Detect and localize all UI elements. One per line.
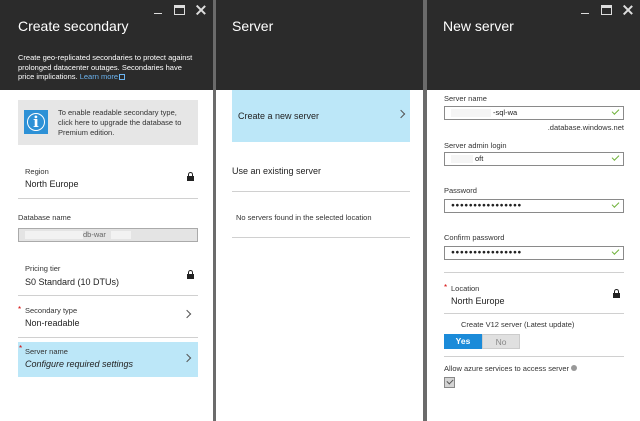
create-new-server-option[interactable]: Create a new server	[232, 90, 410, 142]
use-existing-server-option[interactable]: Use an existing server	[232, 142, 410, 192]
server-name-input[interactable]: -sql-wa	[444, 106, 624, 120]
blade-header: New server	[427, 0, 640, 90]
v12-server-toggle[interactable]: Yes No	[444, 334, 520, 349]
v12-server-label: Create V12 server (Latest update)	[461, 320, 575, 329]
secondary-type-field[interactable]: * Secondary type Non-readable	[18, 296, 198, 338]
toggle-yes[interactable]: Yes	[444, 334, 482, 349]
use-existing-server-label: Use an existing server	[232, 166, 322, 176]
lock-icon	[613, 289, 620, 298]
required-marker: *	[444, 283, 448, 292]
valid-check-icon	[611, 107, 620, 115]
lock-icon	[187, 172, 194, 181]
blade-header: Server	[216, 0, 423, 90]
secondary-type-label: Secondary type	[25, 306, 78, 315]
minimize-icon[interactable]	[152, 4, 164, 16]
server-name-label: Server name	[444, 94, 487, 103]
password-input[interactable]: ●●●●●●●●●●●●●●●●	[444, 199, 624, 213]
window-controls	[152, 4, 207, 16]
new-server-blade: New server Server name -sql-wa .database…	[427, 0, 640, 421]
valid-check-icon	[611, 247, 620, 255]
region-value: North Europe	[25, 179, 79, 189]
confirm-password-input[interactable]: ●●●●●●●●●●●●●●●●	[444, 246, 624, 260]
pricing-tier-field: Pricing tier S0 Standard (10 DTUs)	[18, 250, 198, 296]
valid-check-icon	[611, 153, 620, 161]
redacted-text	[451, 155, 473, 163]
server-name-label: Server name	[25, 347, 68, 356]
blade-title: New server	[443, 18, 514, 34]
info-tooltip-icon[interactable]	[571, 365, 578, 371]
server-name-value: Configure required settings	[25, 359, 134, 369]
required-marker: *	[18, 305, 22, 314]
redacted-text	[25, 231, 83, 239]
window-controls	[579, 4, 634, 16]
chevron-right-icon	[396, 109, 406, 119]
server-domain-suffix: .database.windows.net	[547, 123, 624, 132]
pricing-tier-label: Pricing tier	[25, 264, 61, 273]
region-label: Region	[25, 167, 49, 176]
maximize-icon[interactable]	[601, 5, 612, 15]
upgrade-info-banner[interactable]: i To enable readable secondary type, cli…	[18, 100, 198, 145]
secondary-type-value: Non-readable	[25, 318, 80, 328]
divider	[444, 356, 624, 357]
info-icon: i	[24, 110, 48, 134]
location-label: Location	[451, 284, 480, 293]
confirm-password-label: Confirm password	[444, 233, 505, 242]
pricing-tier-value: S0 Standard (10 DTUs)	[25, 277, 120, 287]
info-text: To enable readable secondary type, click…	[58, 108, 182, 137]
create-new-server-label: Create a new server	[238, 111, 320, 121]
empty-list-message: No servers found in the selected locatio…	[236, 213, 372, 222]
chevron-right-icon	[182, 353, 192, 363]
blade-title: Create secondary	[18, 18, 129, 34]
database-name-label: Database name	[18, 213, 71, 222]
chevron-right-icon	[182, 309, 192, 319]
password-label: Password	[444, 186, 477, 195]
external-link-icon	[119, 74, 126, 80]
location-field[interactable]: * Location North Europe	[444, 272, 624, 314]
minimize-icon[interactable]	[579, 4, 591, 16]
server-blade: Server Create a new server Use an existi…	[216, 0, 423, 421]
database-name-field: db-war	[18, 228, 198, 242]
allow-azure-label: Allow azure services to access server	[444, 364, 578, 373]
maximize-icon[interactable]	[174, 5, 185, 15]
toggle-no[interactable]: No	[482, 334, 520, 349]
close-icon[interactable]	[195, 4, 207, 16]
allow-azure-checkbox[interactable]	[444, 377, 455, 388]
admin-login-label: Server admin login	[444, 141, 507, 150]
close-icon[interactable]	[622, 4, 634, 16]
redacted-text	[451, 109, 491, 117]
blade-header: Create secondary Create geo-replicated s…	[0, 0, 213, 90]
existing-server-list: No servers found in the selected locatio…	[232, 192, 410, 238]
blade-title: Server	[232, 18, 274, 34]
admin-login-input[interactable]: oft	[444, 152, 624, 166]
required-marker: *	[19, 344, 23, 353]
valid-check-icon	[611, 200, 620, 208]
region-field: Region North Europe	[18, 155, 198, 199]
create-secondary-blade: Create secondary Create geo-replicated s…	[0, 0, 213, 421]
learn-more-link[interactable]: Learn more	[80, 72, 118, 81]
server-name-field[interactable]: * Server name Configure required setting…	[18, 342, 198, 377]
lock-icon	[187, 270, 194, 279]
blade-description: Create geo-replicated secondaries to pro…	[18, 53, 193, 81]
location-value: North Europe	[451, 296, 505, 306]
